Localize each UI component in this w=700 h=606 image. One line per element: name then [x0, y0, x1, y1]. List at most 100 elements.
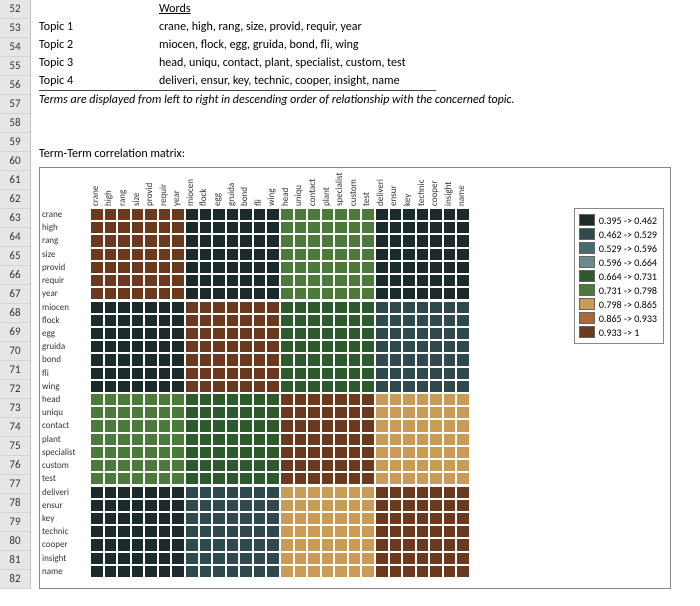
heatmap-cell	[212, 208, 226, 221]
heatmap-cell	[361, 380, 375, 393]
heatmap-cell	[131, 459, 145, 472]
heatmap-cell	[443, 248, 457, 261]
heatmap-cell	[389, 525, 403, 538]
heatmap-cell	[171, 419, 185, 432]
heatmap-cell	[226, 499, 240, 512]
heatmap-cell	[158, 221, 172, 234]
heatmap-cell	[361, 301, 375, 314]
heatmap-cell	[239, 287, 253, 300]
heatmap-cell	[348, 406, 362, 419]
heatmap-cell	[389, 274, 403, 287]
heatmap-cell	[144, 472, 158, 485]
heatmap-cell	[429, 327, 443, 340]
heatmap-cell	[212, 446, 226, 459]
heatmap-cell	[389, 538, 403, 551]
heatmap-cell	[429, 367, 443, 380]
heatmap-cell	[348, 234, 362, 247]
heatmap-cell	[348, 274, 362, 287]
heatmap-cell	[226, 221, 240, 234]
heatmap-cell	[104, 472, 118, 485]
heatmap-cell	[185, 446, 199, 459]
heatmap-cell	[144, 234, 158, 247]
heatmap-cell	[212, 512, 226, 525]
legend-row: 0.596 -> 0.664	[579, 255, 657, 269]
heatmap-cell	[280, 367, 294, 380]
heatmap-cell	[294, 274, 308, 287]
heatmap-cell	[402, 314, 416, 327]
legend-label: 0.798 -> 0.865	[599, 298, 657, 311]
legend-swatch	[579, 284, 595, 296]
heatmap-cell	[90, 353, 104, 366]
heatmap-cell	[185, 314, 199, 327]
heatmap-cell	[402, 446, 416, 459]
heatmap-cell	[429, 406, 443, 419]
heatmap-cell	[131, 367, 145, 380]
heatmap-cell	[334, 234, 348, 247]
heatmap-cell	[429, 419, 443, 432]
heatmap-cell	[185, 367, 199, 380]
heatmap-cell	[158, 538, 172, 551]
heatmap-cell	[456, 525, 470, 538]
heatmap-cell	[199, 393, 213, 406]
row-header: 60	[0, 152, 30, 171]
heatmap-cell	[158, 367, 172, 380]
heatmap-cell	[402, 353, 416, 366]
topic-words: head, uniqu, contact, plant, specialist,…	[159, 54, 406, 72]
heatmap-cell	[266, 433, 280, 446]
heatmap-cell	[348, 538, 362, 551]
heatmap-cell	[266, 472, 280, 485]
heatmap-cell	[90, 340, 104, 353]
heatmap-cell	[321, 565, 335, 578]
heatmap-cell	[253, 433, 267, 446]
heatmap-cell	[212, 380, 226, 393]
heatmap-cell	[226, 406, 240, 419]
row-label: year	[42, 287, 58, 300]
heatmap-cell	[443, 406, 457, 419]
heatmap-cell	[199, 419, 213, 432]
heatmap-cell	[402, 538, 416, 551]
heatmap-cell	[307, 525, 321, 538]
heatmap-cell	[158, 301, 172, 314]
heatmap-cell	[253, 301, 267, 314]
heatmap-cell	[361, 525, 375, 538]
heatmap-cell	[389, 499, 403, 512]
column-label: technic	[416, 179, 427, 206]
heatmap-cell	[171, 261, 185, 274]
topic-row: Topic 1crane, high, rang, size, provid, …	[39, 18, 406, 36]
heatmap-cell	[185, 327, 199, 340]
heatmap-cell	[253, 261, 267, 274]
heatmap-cell	[361, 314, 375, 327]
heatmap-cell	[239, 301, 253, 314]
row-label: uniqu	[42, 406, 63, 419]
heatmap-cell	[402, 208, 416, 221]
heatmap-cell	[456, 274, 470, 287]
column-label: test	[361, 192, 372, 206]
heatmap-cell	[334, 512, 348, 525]
heatmap-cell	[294, 486, 308, 499]
heatmap-cell	[266, 565, 280, 578]
column-label: crane	[90, 186, 101, 206]
heatmap-cell	[334, 538, 348, 551]
heatmap-cell	[131, 340, 145, 353]
row-header: 82	[0, 570, 30, 589]
heatmap-cell	[416, 274, 430, 287]
heatmap-cell	[90, 472, 104, 485]
heatmap-cell	[321, 393, 335, 406]
heatmap-cell	[402, 261, 416, 274]
heatmap-cell	[144, 433, 158, 446]
column-label: contact	[307, 179, 318, 206]
heatmap-cell	[443, 327, 457, 340]
legend-swatch	[579, 214, 595, 226]
heatmap-cell	[171, 248, 185, 261]
heatmap-cell	[185, 340, 199, 353]
heatmap-cell	[334, 459, 348, 472]
heatmap-cell	[266, 234, 280, 247]
heatmap-cell	[294, 208, 308, 221]
heatmap-cell	[280, 234, 294, 247]
legend-swatch	[579, 228, 595, 240]
heatmap-cell	[375, 433, 389, 446]
heatmap-cell	[131, 261, 145, 274]
heatmap-cell	[307, 419, 321, 432]
heatmap-cell	[402, 367, 416, 380]
heatmap-cell	[239, 459, 253, 472]
